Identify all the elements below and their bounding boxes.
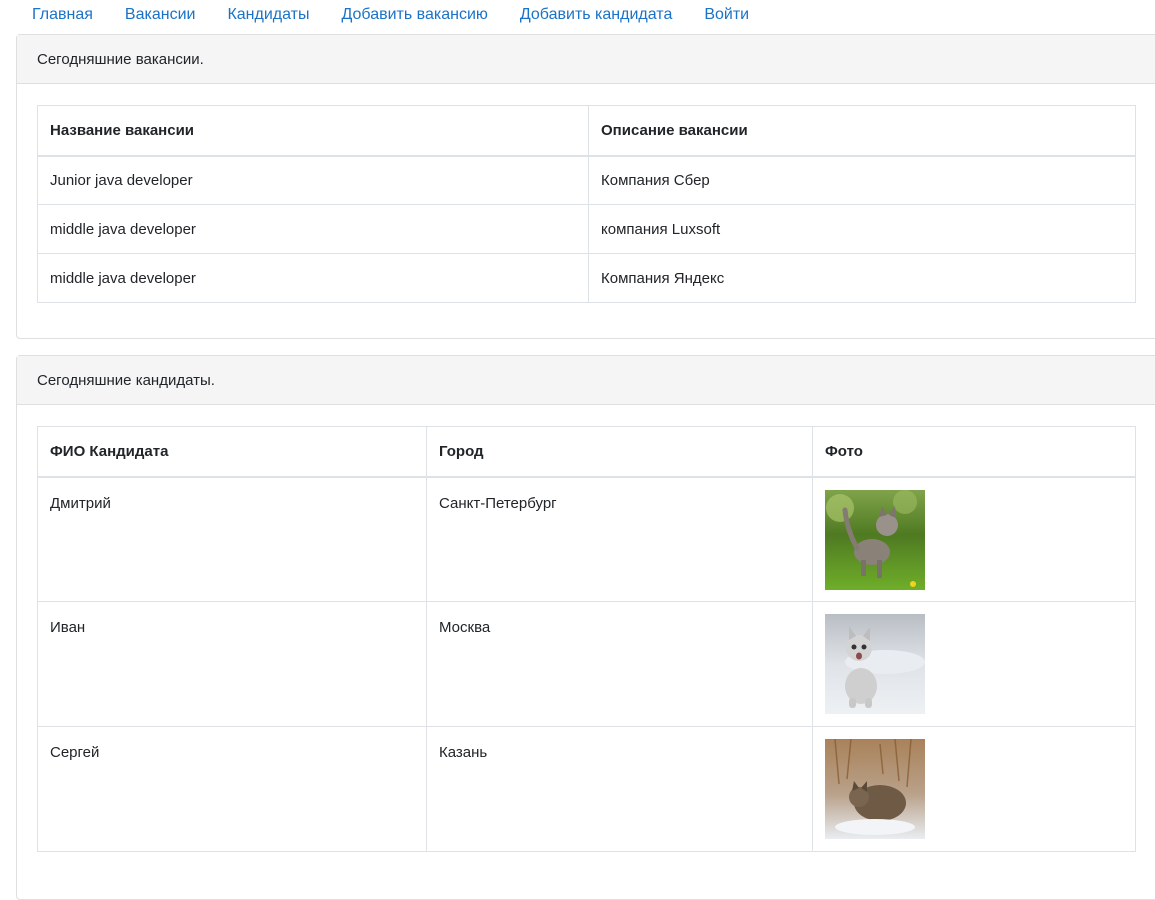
candidate-city: Санкт-Петербург (426, 476, 813, 602)
photo-cell (812, 476, 1136, 602)
candidate-city: Москва (426, 601, 813, 727)
vacancy-name: Junior java developer (37, 155, 589, 205)
table-row: middle java developer Компания Яндекс (37, 253, 1136, 303)
nav-link-candidates[interactable]: Кандидаты (211, 0, 325, 30)
vacancy-name: middle java developer (37, 253, 589, 303)
photo-cell (812, 726, 1136, 852)
candidates-card-header: Сегодняшние кандидаты. (17, 356, 1155, 405)
candidate-name: Дмитрий (37, 476, 427, 602)
top-nav: Главная Вакансии Кандидаты Добавить вака… (16, 0, 765, 30)
column-header-candidate-name: ФИО Кандидата (37, 426, 427, 478)
vacancy-description: Компания Сбер (588, 155, 1136, 205)
vacancies-table: Название вакансии Описание вакансии Juni… (37, 105, 1136, 303)
table-header-row: ФИО Кандидата Город Фото (37, 426, 1136, 478)
vacancies-card: Сегодняшние вакансии. Название вакансии … (16, 34, 1155, 339)
photo-cell (812, 601, 1136, 727)
column-header-city: Город (426, 426, 813, 478)
vacancy-description: компания Luxsoft (588, 204, 1136, 254)
vacancy-name: middle java developer (37, 204, 589, 254)
table-row: Сергей Казань (37, 726, 1136, 852)
cat-in-snow-photo (825, 739, 925, 839)
column-header-vacancy-description: Описание вакансии (588, 105, 1136, 157)
table-row: Junior java developer Компания Сбер (37, 155, 1136, 205)
kitten-on-grass-photo (825, 489, 925, 590)
nav-link-vacancies[interactable]: Вакансии (109, 0, 212, 30)
column-header-vacancy-name: Название вакансии (37, 105, 589, 157)
table-row: Иван Москва (37, 601, 1136, 727)
candidates-card: Сегодняшние кандидаты. ФИО Кандидата Гор… (16, 355, 1155, 900)
nav-link-add-candidate[interactable]: Добавить кандидата (504, 0, 688, 30)
white-kitten-photo (825, 614, 925, 714)
candidate-name: Сергей (37, 726, 427, 852)
nav-link-home[interactable]: Главная (16, 0, 109, 30)
table-header-row: Название вакансии Описание вакансии (37, 105, 1136, 157)
vacancies-card-header: Сегодняшние вакансии. (17, 35, 1155, 84)
candidate-city: Казань (426, 726, 813, 852)
candidates-table: ФИО Кандидата Город Фото Дмитрий Санкт-П… (37, 426, 1136, 852)
vacancy-description: Компания Яндекс (588, 253, 1136, 303)
nav-link-add-vacancy[interactable]: Добавить вакансию (325, 0, 503, 30)
table-row: middle java developer компания Luxsoft (37, 204, 1136, 254)
column-header-photo: Фото (812, 426, 1136, 478)
nav-link-login[interactable]: Войти (688, 0, 765, 30)
table-row: Дмитрий Санкт-Петербург (37, 476, 1136, 602)
candidate-name: Иван (37, 601, 427, 727)
